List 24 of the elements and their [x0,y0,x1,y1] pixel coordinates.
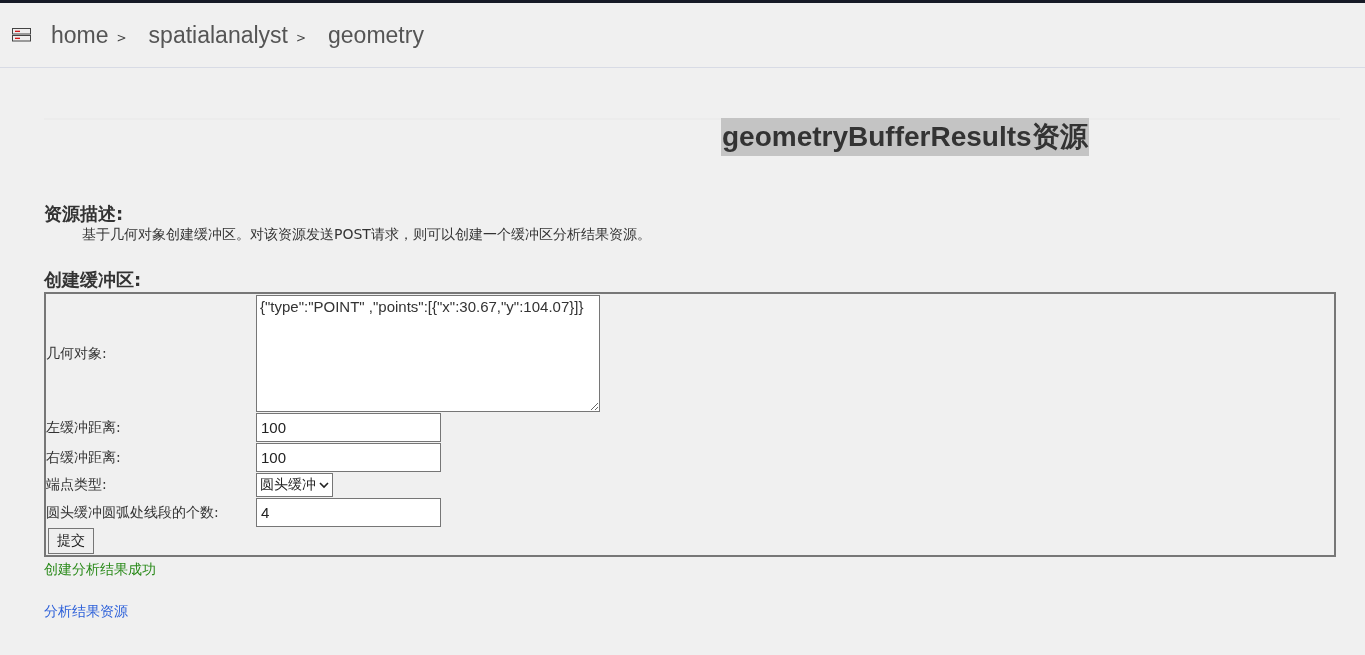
end-type-dropdown[interactable]: 圆头缓冲 [256,473,333,497]
status-message: 创建分析结果成功 [44,561,157,579]
input-field[interactable]: 4 [256,498,441,527]
description-text: 基于几何对象创建缓冲区。对该资源发送POST请求，则可以创建一个缓冲区分析结果资源。 [82,226,652,244]
field-label: 圆头缓冲圆弧处线段的个数: [46,503,220,522]
result-link[interactable]: 分析结果资源 [44,603,128,621]
breadcrumb-link[interactable]: geometry [328,21,424,49]
breadcrumb-separator: > [295,31,307,45]
section-heading: 资源描述: [44,202,125,226]
field-label: 端点类型: [46,476,108,494]
breadcrumb-link[interactable]: spatialanalyst [148,21,288,49]
breadcrumb-link[interactable]: home [51,21,109,49]
field-label: 几何对象: [46,344,108,363]
input-field[interactable]: 100 [256,443,441,472]
field-label: 左缓冲距离: [46,418,122,437]
geometry-textarea[interactable]: {"type":"POINT" ,"points":[{"x":30.67,"y":104.07}]} [256,295,600,412]
input-field[interactable]: 100 [256,413,441,442]
caret-icon [319,481,329,489]
page-title: geometryBufferResults资源 [721,118,1089,156]
section-heading: 创建缓冲区: [44,268,143,292]
menu-icon[interactable] [12,28,31,42]
submit-button[interactable]: 提交 [48,528,94,554]
field-label: 右缓冲距离: [46,448,122,467]
breadcrumb-separator: > [116,31,127,45]
